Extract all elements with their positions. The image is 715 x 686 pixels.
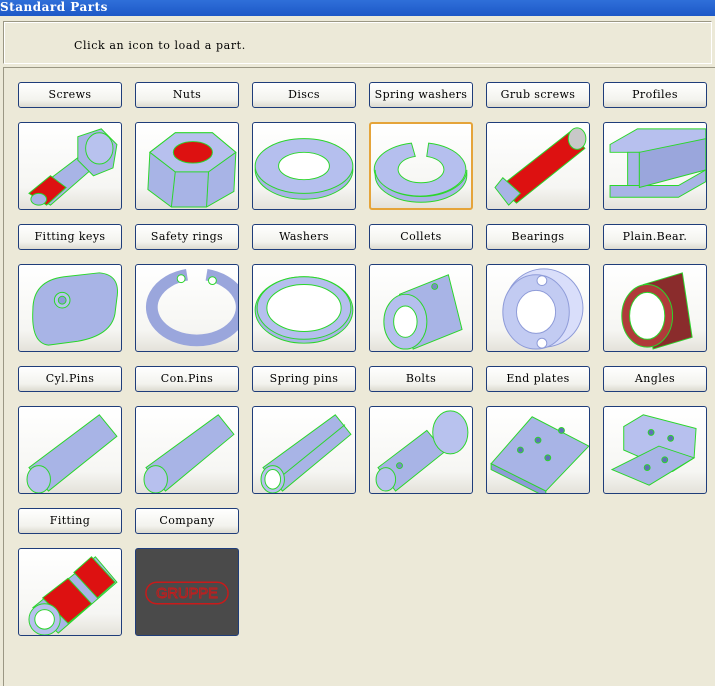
part-label-screw[interactable]: Screws xyxy=(18,82,122,108)
part-icon-button-bolt[interactable] xyxy=(369,406,473,494)
disc-icon xyxy=(254,138,354,200)
part-label-end-plate[interactable]: End plates xyxy=(486,366,590,392)
part-label-plain-bearing[interactable]: Plain.Bear. xyxy=(603,224,707,250)
part-label-profile[interactable]: Profiles xyxy=(603,82,707,108)
fitting-key-icon xyxy=(32,272,118,346)
part-label-washer[interactable]: Washers xyxy=(252,224,356,250)
part-icon-button-screw[interactable] xyxy=(18,122,122,210)
bolt-icon xyxy=(375,410,469,492)
safety-ring-icon xyxy=(145,268,238,347)
part-label-conical-pin[interactable]: Con.Pins xyxy=(135,366,239,392)
part-icon-button-end-plate[interactable] xyxy=(486,406,590,494)
instruction-text: Click an icon to load a part. xyxy=(74,39,246,52)
part-label-spring-washer[interactable]: Spring washers xyxy=(369,82,473,108)
part-icon-button-spring-pin[interactable] xyxy=(252,406,356,494)
part-label-collet[interactable]: Collets xyxy=(369,224,473,250)
part-icon-button-washer[interactable] xyxy=(252,264,356,352)
company-logo-icon: GRUPPE xyxy=(136,549,238,635)
part-label-cylindrical-pin[interactable]: Cyl.Pins xyxy=(18,366,122,392)
part-icon-button-conical-pin[interactable] xyxy=(135,406,239,494)
part-icon-button-cylindrical-pin[interactable] xyxy=(18,406,122,494)
part-label-disc[interactable]: Discs xyxy=(252,82,356,108)
spring-washer-icon xyxy=(373,142,468,203)
part-icon-button-fitting-key[interactable] xyxy=(18,264,122,352)
angle-icon xyxy=(610,414,697,486)
plain-bearing-icon xyxy=(621,272,693,350)
spring-pin-icon xyxy=(260,414,352,493)
collet-icon xyxy=(383,274,463,350)
part-icon-button-company-logo[interactable]: GRUPPE xyxy=(135,548,239,636)
part-icon-button-grub-screw[interactable] xyxy=(486,122,590,210)
window-title-bar: Standard Parts xyxy=(0,0,715,16)
part-label-angle[interactable]: Angles xyxy=(603,366,707,392)
profile-icon xyxy=(609,128,706,198)
part-label-safety-ring[interactable]: Safety rings xyxy=(135,224,239,250)
part-label-nut[interactable]: Nuts xyxy=(135,82,239,108)
part-label-fitting[interactable]: Fitting xyxy=(18,508,122,534)
fitting-icon xyxy=(28,556,118,635)
part-icon-button-bearing[interactable] xyxy=(486,264,590,352)
grub-screw-icon xyxy=(494,127,587,206)
part-icon-button-safety-ring[interactable] xyxy=(135,264,239,352)
part-icon-button-profile[interactable] xyxy=(603,122,707,210)
part-icon-button-plain-bearing[interactable] xyxy=(603,264,707,352)
part-icon-button-spring-washer[interactable] xyxy=(369,122,473,210)
part-icon-button-fitting[interactable] xyxy=(18,548,122,636)
part-label-grub-screw[interactable]: Grub screws xyxy=(486,82,590,108)
washer-icon xyxy=(254,276,354,344)
part-icon-button-collet[interactable] xyxy=(369,264,473,352)
part-icon-button-disc[interactable] xyxy=(252,122,356,210)
part-label-bearing[interactable]: Bearings xyxy=(486,224,590,250)
screw-icon xyxy=(28,128,118,206)
part-label-fitting-key[interactable]: Fitting keys xyxy=(18,224,122,250)
bearing-icon xyxy=(502,268,584,350)
nut-icon xyxy=(147,132,237,208)
svg-text:GRUPPE: GRUPPE xyxy=(156,586,218,602)
conical-pin-icon xyxy=(143,414,235,493)
end-plate-icon xyxy=(490,416,589,493)
part-icon-button-angle[interactable] xyxy=(603,406,707,494)
instruction-panel: Click an icon to load a part. xyxy=(3,21,712,64)
window-title: Standard Parts xyxy=(0,0,108,14)
part-label-bolt[interactable]: Bolts xyxy=(369,366,473,392)
part-label-company-logo[interactable]: Company xyxy=(135,508,239,534)
part-label-spring-pin[interactable]: Spring pins xyxy=(252,366,356,392)
part-icon-button-nut[interactable] xyxy=(135,122,239,210)
cylindrical-pin-icon xyxy=(26,414,118,493)
